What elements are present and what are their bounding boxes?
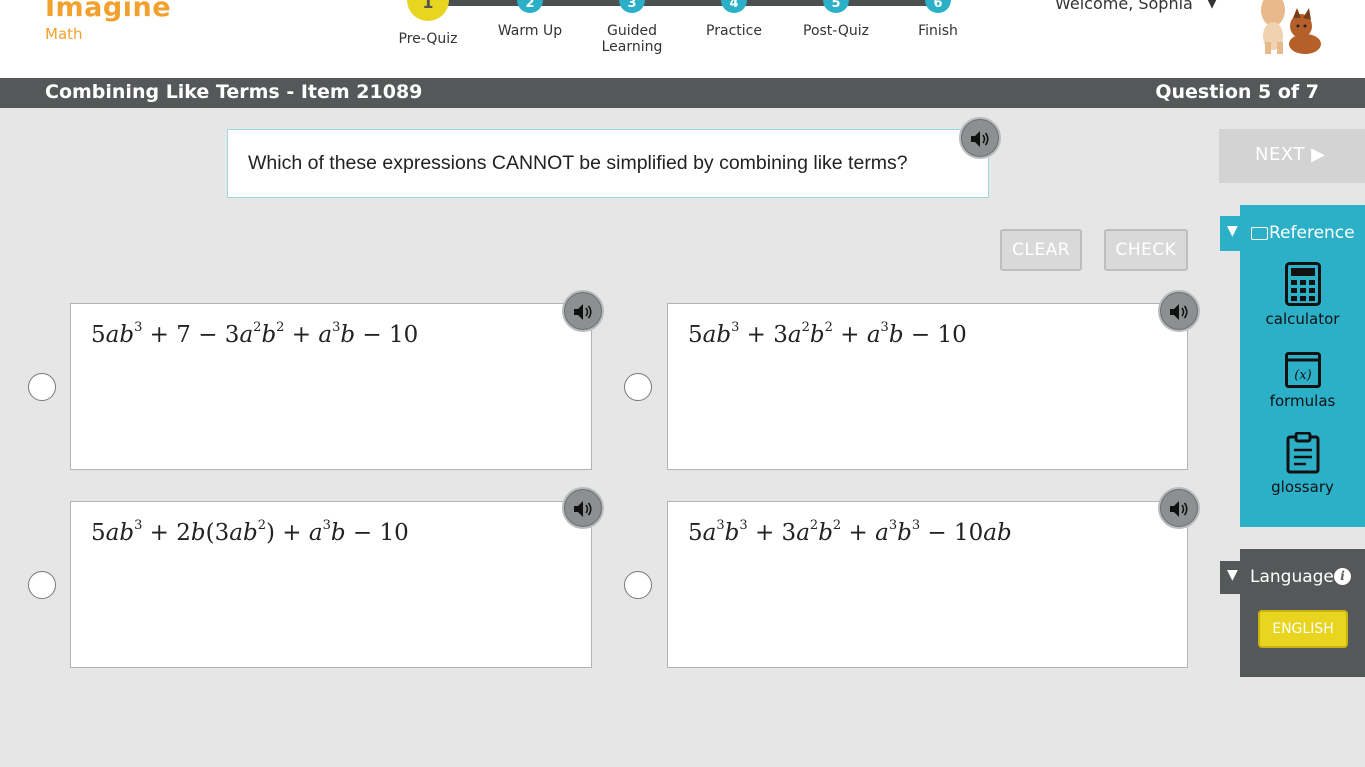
answer-b-expression: 5ab3 + 3a2b2 + a3b − 10 [688,320,967,348]
reference-tab[interactable]: ▼ Reference [1220,216,1365,251]
logo-imagine-text: Imagine [45,0,172,23]
answer-a-option[interactable]: 5ab3 + 7 − 3a2b2 + a3b − 10 [70,303,592,470]
formulas-icon: (x) [1284,352,1321,388]
step-number-1: 1 [407,0,449,21]
answer-c-radio[interactable] [28,571,56,599]
speaker-icon [574,501,592,517]
formulas-tool[interactable]: (x) formulas [1245,352,1360,410]
step-number-4: 4 [721,0,747,13]
answer-b-radio[interactable] [624,373,652,401]
glossary-icon [1286,431,1319,474]
step-number-2: 2 [517,0,543,13]
language-tab[interactable]: ▼ Language i [1220,561,1365,594]
check-button[interactable]: CHECK [1104,229,1188,271]
question-prompt-box: Which of these expressions CANNOT be sim… [227,129,989,198]
answer-a-audio-button[interactable] [562,290,604,332]
formulas-label: formulas [1269,392,1336,410]
calculator-label: calculator [1265,310,1340,328]
next-button[interactable]: NEXT ▶ [1219,129,1365,183]
calculator-tool[interactable]: calculator [1245,262,1360,328]
collapse-triangle-icon: ▼ [1227,567,1238,583]
reference-book-icon [1251,227,1268,240]
glossary-label: glossary [1271,478,1334,496]
progress-track [428,0,938,6]
step-number-3: 3 [619,0,645,13]
top-header: Imagine Math 1 Pre-Quiz 2 Warm Up 3 Guid… [0,0,1365,78]
step-number-5: 5 [823,0,849,13]
answer-a-radio[interactable] [28,373,56,401]
chevron-down-icon[interactable]: ▼ [1207,0,1217,11]
step-label-finish: Finish [918,23,958,39]
imagine-math-logo: Imagine Math [45,0,171,43]
logo-math-text: Math [45,25,83,43]
step-number-6: 6 [925,0,951,13]
speaker-icon [1170,501,1188,517]
mascot-icon [1261,0,1321,54]
answer-d-radio[interactable] [624,571,652,599]
answer-d-expression: 5a3b3 + 3a2b2 + a3b3 − 10ab [688,518,1012,546]
prompt-audio-button[interactable] [959,117,1001,159]
answer-a-expression: 5ab3 + 7 − 3a2b2 + a3b − 10 [91,320,419,348]
collapse-triangle-icon: ▼ [1227,223,1238,239]
clear-button[interactable]: CLEAR [1000,229,1082,271]
language-tab-label: Language [1250,567,1334,587]
glossary-tool[interactable]: glossary [1245,431,1360,496]
speaker-icon [1170,304,1188,320]
answer-d-audio-button[interactable] [1158,487,1200,529]
question-prompt-text: Which of these expressions CANNOT be sim… [248,152,908,174]
answer-b-audio-button[interactable] [1158,290,1200,332]
welcome-user-menu[interactable]: Welcome, Sophia [1055,0,1193,13]
lesson-title: Combining Like Terms - Item 21089 [45,81,423,103]
calculator-icon [1284,262,1321,306]
title-bar: Combining Like Terms - Item 21089 Questi… [0,78,1365,108]
info-icon[interactable]: i [1334,568,1351,585]
english-language-button[interactable]: ENGLISH [1258,610,1348,648]
answer-c-audio-button[interactable] [562,487,604,529]
speaker-icon [574,304,592,320]
answer-c-expression: 5ab3 + 2b(3ab2) + a3b − 10 [91,518,409,546]
answer-c-option[interactable]: 5ab3 + 2b(3ab2) + a3b − 10 [70,501,592,668]
question-counter: Question 5 of 7 [1155,81,1319,103]
answer-b-option[interactable]: 5ab3 + 3a2b2 + a3b − 10 [667,303,1188,470]
answer-d-option[interactable]: 5a3b3 + 3a2b2 + a3b3 − 10ab [667,501,1188,668]
reference-tab-label: Reference [1269,223,1355,243]
speaker-icon [971,131,989,147]
svg-text:(x): (x) [1294,368,1311,383]
